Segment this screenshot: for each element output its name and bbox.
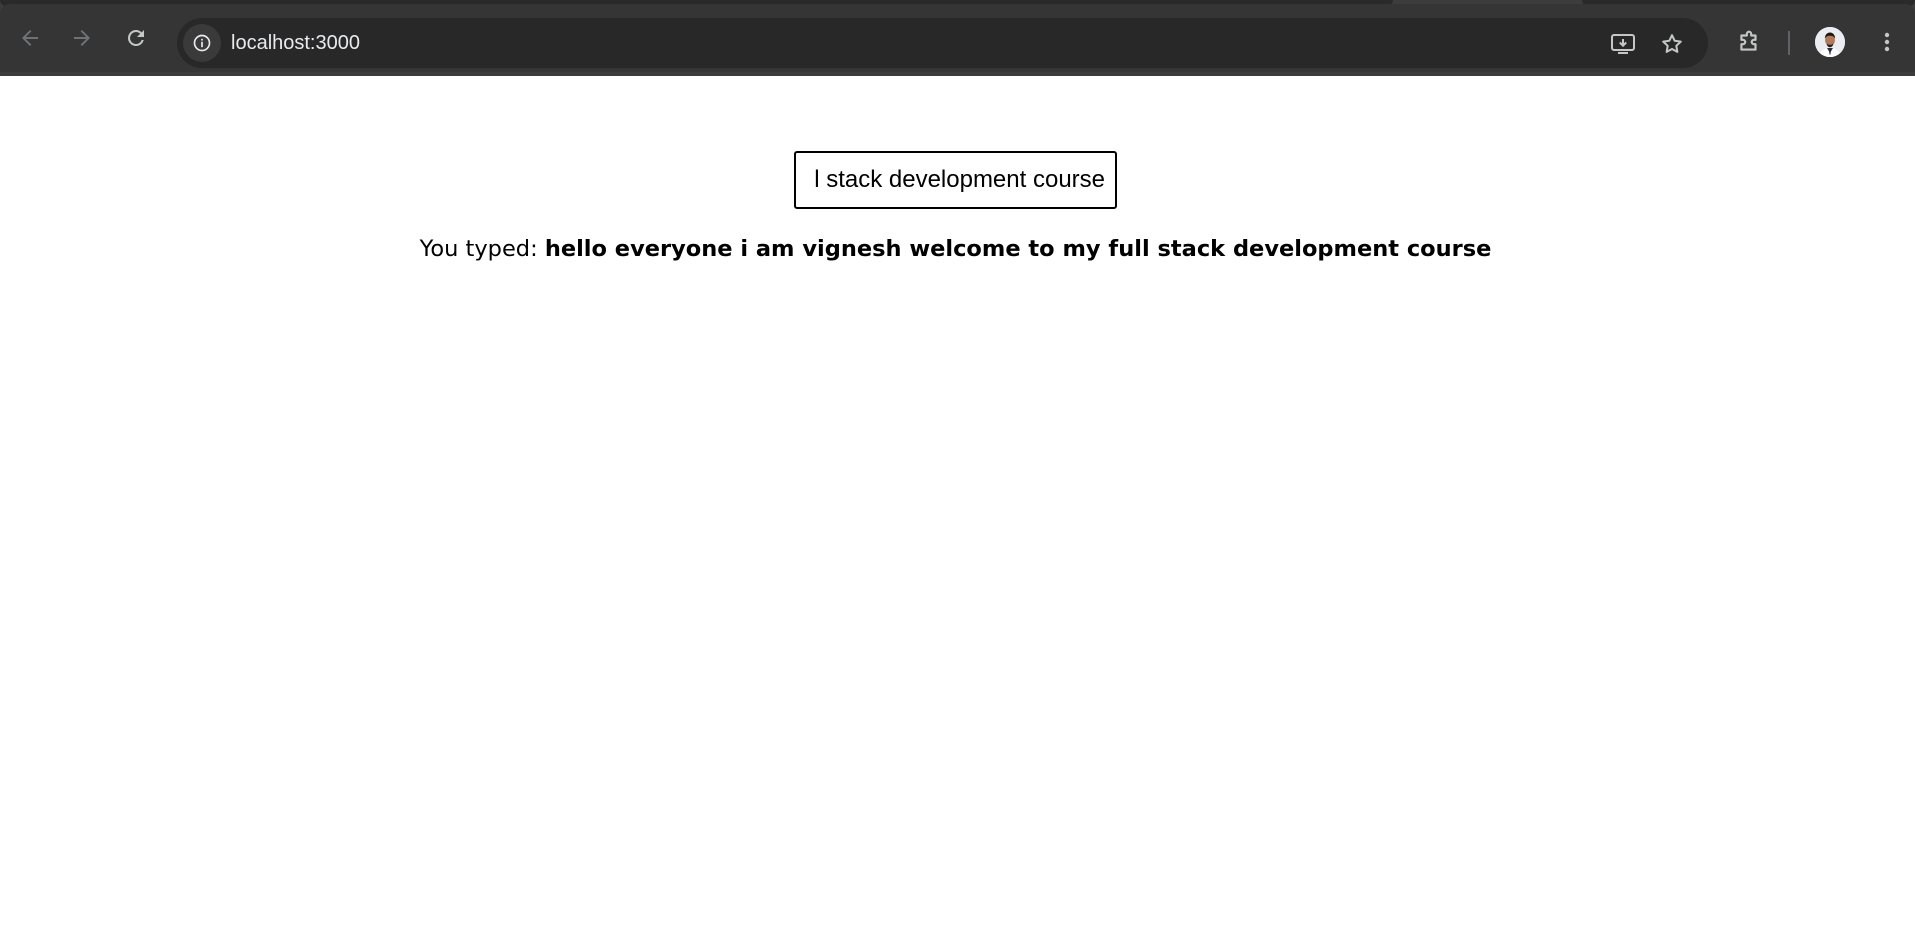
bookmark-button[interactable] [1659,31,1685,57]
back-button[interactable] [14,22,46,54]
info-icon [193,34,211,52]
install-app-button[interactable] [1610,31,1636,57]
reload-icon [127,29,144,46]
profile-avatar-icon [1815,27,1845,57]
text-input[interactable]: l stack development course [794,151,1117,209]
kebab-menu-icon [1884,32,1890,52]
browser-toolbar: localhost:3000 [0,4,1915,72]
browser-menu-button[interactable] [1872,27,1902,57]
typed-value: hello everyone i am vignesh welcome to m… [544,236,1492,262]
page-content: l stack development course You typed: he… [0,76,1915,950]
site-info-button[interactable] [183,24,221,62]
extensions-button[interactable] [1734,27,1764,57]
install-app-icon [1611,34,1635,54]
puzzle-icon [1740,30,1757,51]
url-text[interactable]: localhost:3000 [231,32,360,54]
arrow-left-icon [22,30,38,46]
typed-output: You typed: hello everyone i am vignesh w… [0,236,1911,262]
typed-label: You typed: [419,236,545,262]
star-icon [1662,34,1682,53]
address-bar[interactable]: localhost:3000 [177,18,1708,68]
arrow-right-icon [74,30,90,46]
browser-chrome: localhost:3000 [0,0,1915,76]
reload-button[interactable] [120,22,152,54]
forward-button[interactable] [66,22,98,54]
avatar[interactable] [1815,27,1845,57]
toolbar-divider [1788,31,1790,55]
